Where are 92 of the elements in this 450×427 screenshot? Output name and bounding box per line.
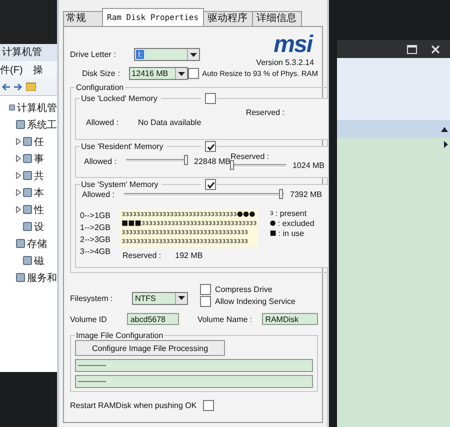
desktop-background: [0, 372, 57, 427]
checkbox[interactable]: [205, 179, 216, 190]
value-text: 192 MB: [175, 251, 203, 260]
close-icon: [431, 44, 440, 54]
range-label: 2-->3GB: [80, 235, 110, 245]
node-icon: [16, 239, 25, 248]
legend-text: : present: [275, 209, 307, 218]
node-icon: [23, 222, 32, 231]
node-icon: [23, 171, 32, 180]
legend-text: : excluded: [278, 219, 314, 228]
range-label: 3-->4GB: [80, 247, 110, 257]
field-label: Reserved :: [246, 108, 284, 117]
field-label: Reserved :: [230, 152, 270, 161]
volume-name-field[interactable]: RAMDisk: [262, 313, 318, 325]
reading-text: 1024 MB: [292, 161, 324, 170]
tree-item[interactable]: 存储: [0, 235, 57, 252]
back-arrow-icon: [2, 82, 10, 90]
checkbox[interactable]: [200, 296, 211, 307]
node-icon: [23, 205, 32, 214]
disk-size-dropdown[interactable]: 12416 MB: [128, 67, 188, 80]
checkbox-label: Compress Drive: [215, 285, 272, 294]
node-icon: [23, 256, 32, 265]
slider-thumb[interactable]: [230, 160, 234, 170]
checkbox[interactable]: [200, 284, 211, 295]
tree-item[interactable]: 系统工: [0, 116, 57, 133]
checkbox[interactable]: [188, 68, 200, 79]
tab[interactable]: 常规: [63, 11, 103, 26]
menu-item[interactable]: 操: [32, 62, 43, 76]
forward-arrow-icon: [14, 82, 22, 90]
tab[interactable]: Ram Disk Properties: [102, 8, 204, 26]
group-title: Use 'Locked' Memory: [81, 94, 158, 103]
field-label: Disk Size :: [81, 69, 121, 78]
drive-letter-dropdown[interactable]: I:: [134, 48, 200, 61]
reading-text: 7392 MB: [290, 190, 322, 199]
legend-text: : in use: [278, 229, 304, 238]
tree-item[interactable]: 任: [0, 133, 57, 150]
node-icon: [16, 273, 25, 282]
node-icon: [23, 188, 32, 197]
field-label: Reserved :: [122, 251, 162, 260]
node-icon: [9, 103, 15, 112]
restore-icon: [407, 44, 417, 54]
range-label: 0-->1GB: [80, 211, 110, 221]
value-text: No Data available: [138, 118, 202, 127]
checkbox-label: Allow Indexing Service: [215, 297, 296, 306]
configure-button[interactable]: Configure Image File Processing: [75, 340, 225, 356]
checkbox[interactable]: [205, 93, 216, 104]
path-field[interactable]: [75, 375, 313, 388]
node-icon: [16, 120, 25, 129]
field-label: Allowed :: [83, 156, 118, 166]
group-title: Configuration: [75, 83, 125, 92]
caret-icon: [178, 296, 185, 300]
group-title: Use 'System' Memory: [81, 180, 158, 189]
right-arrow-icon: [444, 141, 448, 148]
volume-id-field[interactable]: abcd5678: [127, 313, 180, 325]
slider-thumb[interactable]: [278, 188, 283, 198]
up-arrow-icon: [441, 126, 448, 132]
slider-thumb[interactable]: [184, 155, 188, 165]
field-label: Drive Letter :: [70, 50, 117, 59]
window-title: 计算机管: [0, 44, 57, 61]
tree-item[interactable]: 设: [0, 218, 57, 235]
tree-item[interactable]: 性: [0, 201, 57, 218]
field-label: Allowed :: [81, 190, 116, 199]
path-field[interactable]: [75, 359, 313, 372]
tab[interactable]: 详细信息: [252, 11, 302, 26]
field-label: Filesystem :: [70, 294, 114, 302]
node-icon: [23, 154, 32, 163]
tree-item[interactable]: 本: [0, 184, 57, 201]
filesystem-dropdown[interactable]: NTFS: [132, 292, 188, 304]
group-title: Image File Configuration: [75, 331, 164, 340]
tree-item[interactable]: 服务和: [0, 269, 57, 286]
tab[interactable]: 驱动程序: [202, 11, 253, 26]
menu-item[interactable]: 件(F): [0, 62, 23, 76]
tree-item[interactable]: 共: [0, 167, 57, 184]
checkbox-label: Restart RAMDisk when pushing OK: [70, 401, 197, 410]
version-text: Version 5.3.2.14: [256, 57, 315, 67]
caret-icon: [190, 52, 197, 56]
tree-item[interactable]: 磁: [0, 252, 57, 269]
group-title: Use 'Resident' Memory: [81, 142, 164, 151]
field-label: Allowed :: [85, 118, 120, 127]
node-icon: [23, 137, 32, 146]
tree-item[interactable]: 事: [0, 150, 57, 167]
caret-icon: [178, 72, 186, 76]
tree-item[interactable]: 计算机管: [0, 99, 57, 116]
range-label: 1-->2GB: [80, 223, 110, 233]
reading-text: 22848 MB: [194, 156, 230, 166]
logo: msi: [274, 33, 314, 57]
folder-icon: [26, 82, 36, 91]
checkbox[interactable]: [202, 400, 214, 411]
field-label: Volume Name :: [197, 314, 254, 324]
field-label: Volume ID: [70, 314, 108, 324]
desktop-background: [0, 0, 57, 44]
checkbox[interactable]: [205, 141, 216, 152]
